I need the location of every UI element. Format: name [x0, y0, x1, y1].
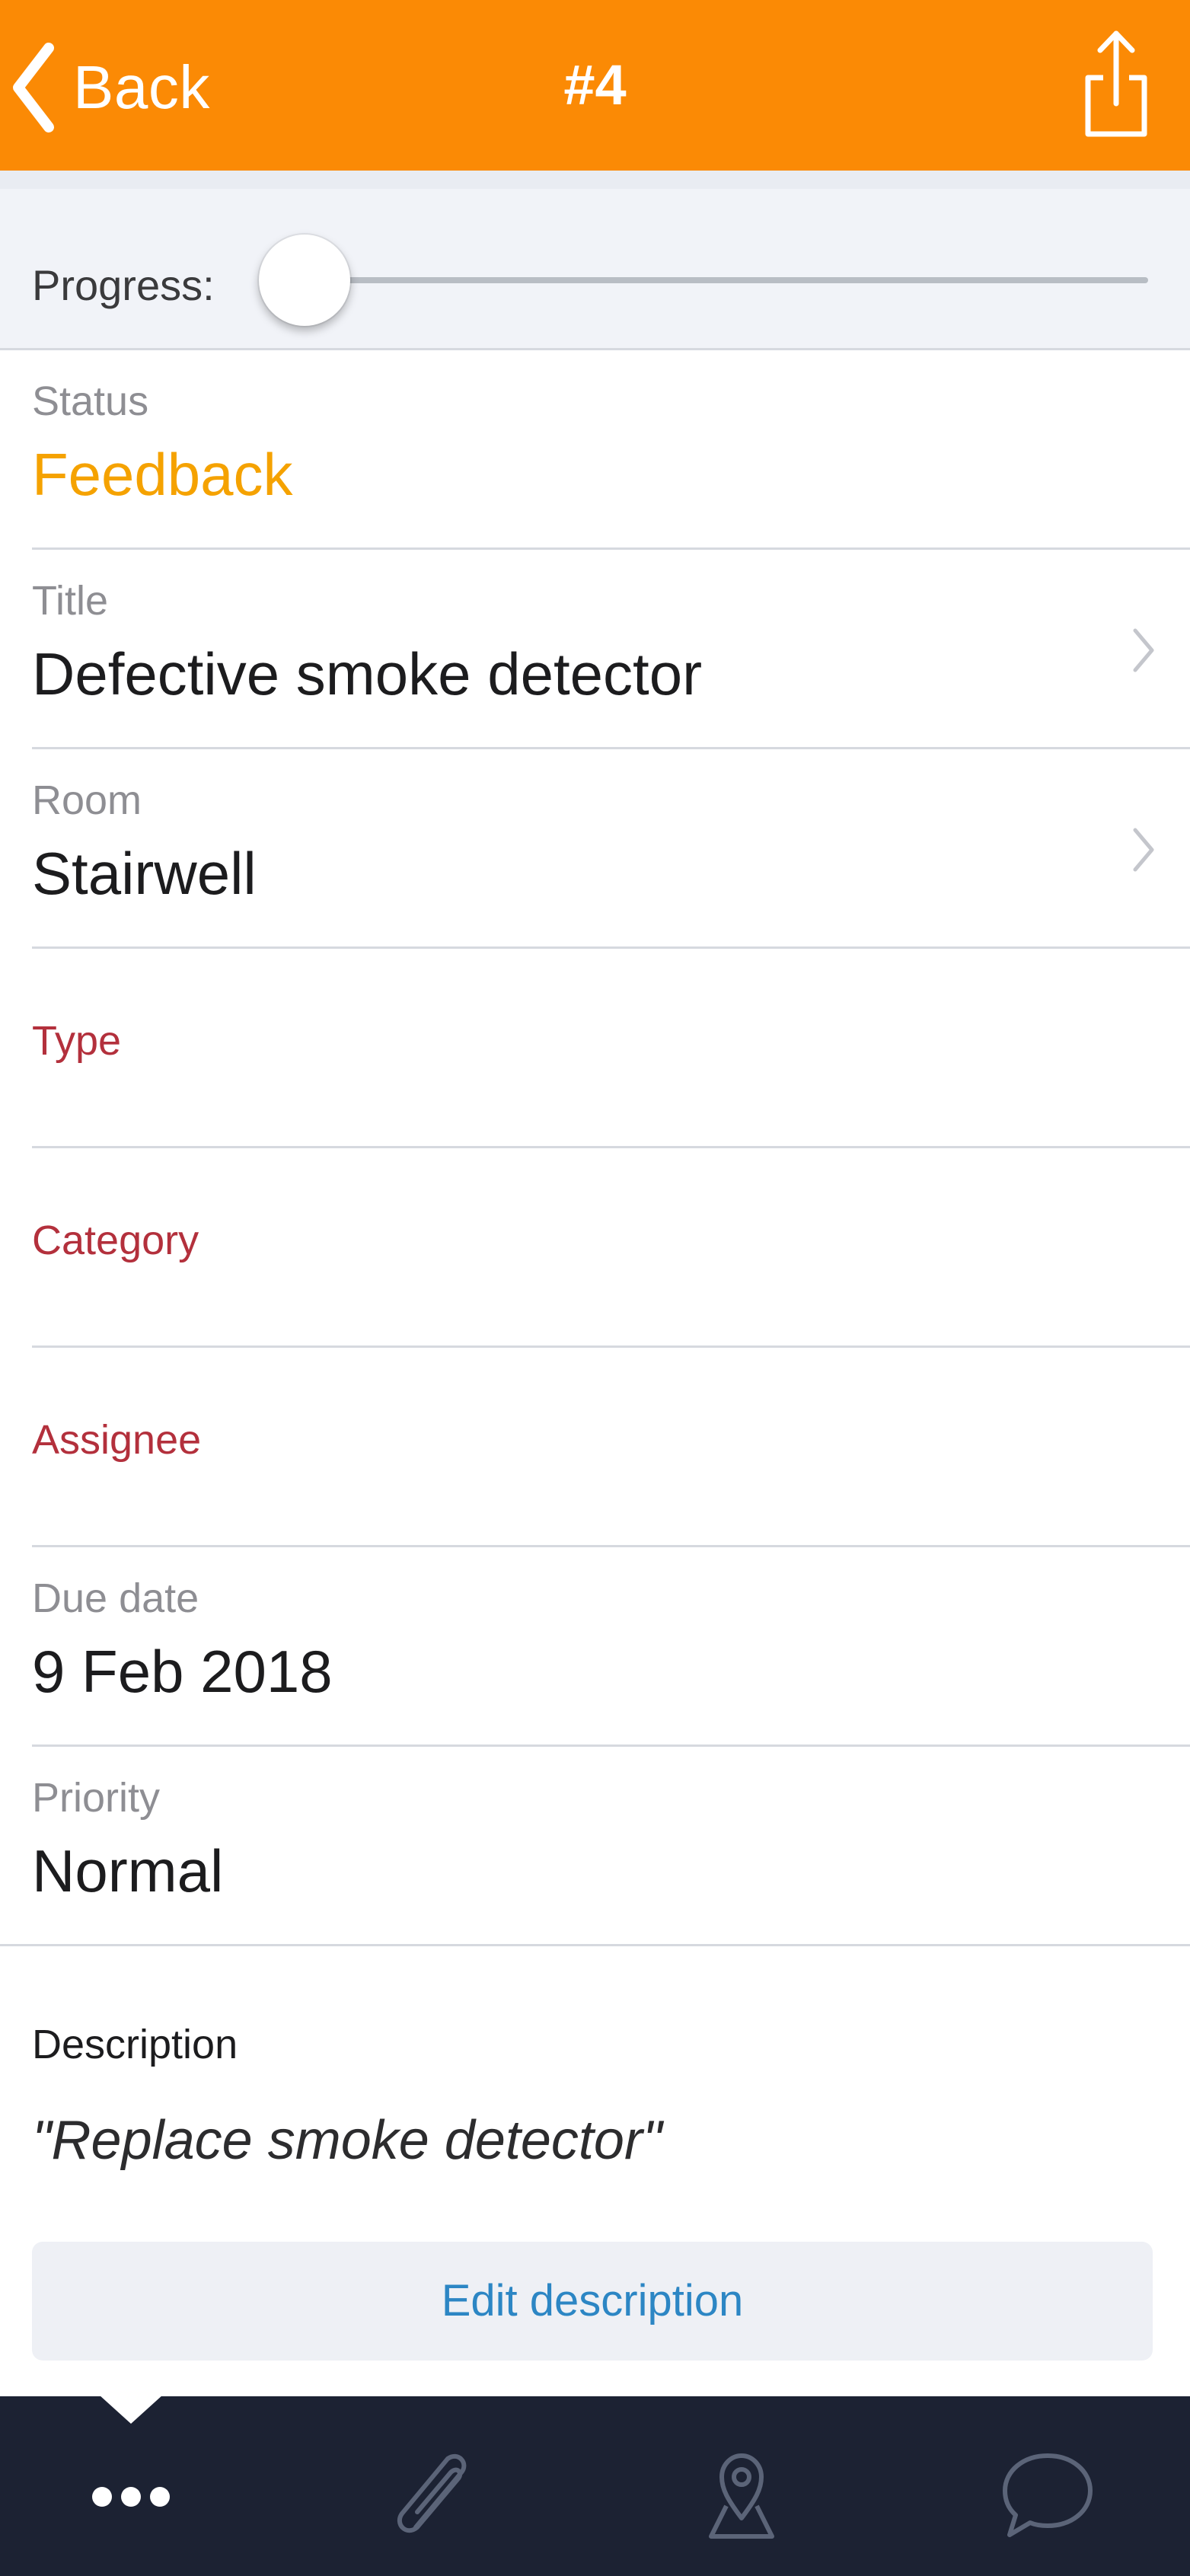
- chevron-right-icon: [1131, 825, 1157, 874]
- back-button-label: Back: [73, 53, 210, 121]
- navigation-bar: Back #4: [0, 0, 1190, 171]
- room-row[interactable]: Room Stairwell: [0, 749, 1190, 949]
- map-pin-icon: [709, 2453, 774, 2539]
- active-tab-indicator: [99, 2395, 163, 2424]
- room-value: Stairwell: [32, 840, 257, 907]
- category-row[interactable]: Category: [0, 1148, 1190, 1348]
- tab-bar: [0, 2395, 1190, 2576]
- category-label: Category: [32, 1218, 199, 1263]
- edit-description-button[interactable]: Edit description: [32, 2242, 1153, 2361]
- tab-comments[interactable]: [979, 2442, 1116, 2549]
- tab-more[interactable]: [62, 2442, 199, 2549]
- status-row[interactable]: Status Feedback: [0, 350, 1190, 550]
- status-label: Status: [32, 378, 149, 424]
- progress-slider-thumb[interactable]: [259, 235, 350, 326]
- priority-label: Priority: [32, 1775, 161, 1821]
- divider: [0, 1944, 1190, 1946]
- progress-label: Progress:: [32, 261, 215, 309]
- type-label: Type: [32, 1018, 122, 1064]
- description-text: "Replace smoke detector": [32, 2110, 662, 2171]
- progress-row: Progress:: [0, 171, 1190, 350]
- status-value: Feedback: [32, 441, 293, 508]
- back-button[interactable]: Back: [11, 30, 210, 145]
- assignee-label: Assignee: [32, 1417, 202, 1463]
- due-date-value: 9 Feb 2018: [32, 1638, 333, 1705]
- priority-row[interactable]: Priority Normal: [0, 1747, 1190, 1946]
- tab-attachments[interactable]: [368, 2442, 506, 2549]
- progress-slider[interactable]: [259, 204, 1148, 341]
- type-row[interactable]: Type: [0, 949, 1190, 1148]
- chevron-left-icon: [13, 43, 54, 132]
- title-value: Defective smoke detector: [32, 640, 703, 707]
- room-label: Room: [32, 777, 142, 823]
- tab-location[interactable]: [673, 2442, 810, 2549]
- share-icon: [1085, 30, 1147, 137]
- more-dots-icon: [92, 2487, 170, 2507]
- due-date-label: Due date: [32, 1575, 199, 1621]
- due-date-row[interactable]: Due date 9 Feb 2018: [0, 1547, 1190, 1747]
- chat-bubble-icon: [1003, 2453, 1093, 2537]
- description-label: Description: [32, 2022, 238, 2067]
- title-row[interactable]: Title Defective smoke detector: [0, 550, 1190, 749]
- share-button[interactable]: [1082, 27, 1150, 140]
- priority-value: Normal: [32, 1837, 224, 1904]
- paperclip-icon: [397, 2453, 467, 2533]
- title-label: Title: [32, 578, 109, 624]
- progress-slider-track: [305, 277, 1148, 283]
- chevron-right-icon: [1131, 626, 1157, 675]
- assignee-row[interactable]: Assignee: [0, 1348, 1190, 1547]
